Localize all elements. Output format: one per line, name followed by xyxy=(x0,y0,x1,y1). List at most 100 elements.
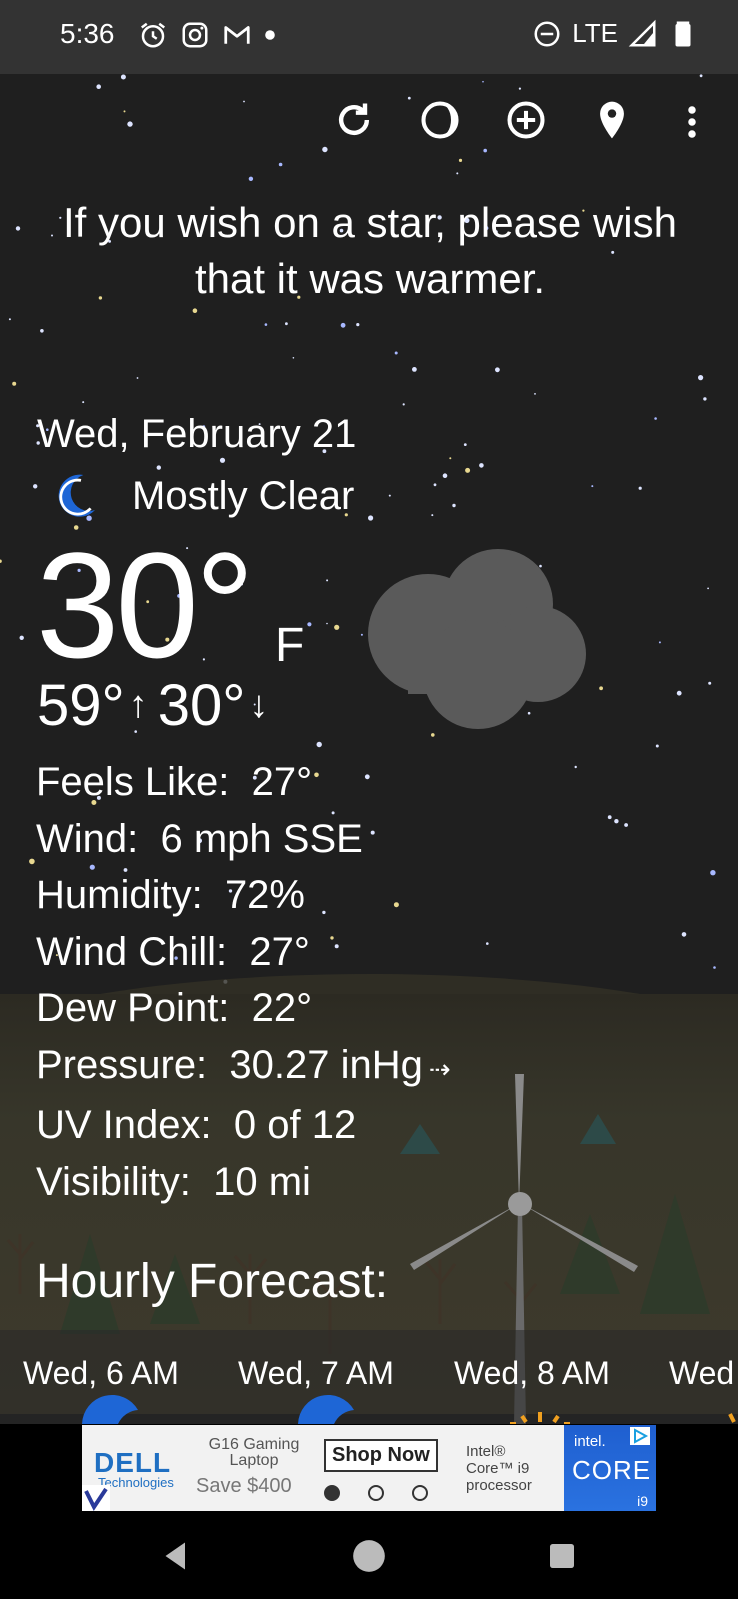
ad-offer: Save $400 xyxy=(196,1475,292,1497)
ad-choices-icon[interactable] xyxy=(630,1427,650,1445)
condition-text: Mostly Clear xyxy=(132,473,355,518)
carousel-dot[interactable] xyxy=(324,1485,340,1501)
star xyxy=(394,351,398,355)
star xyxy=(614,819,619,824)
star xyxy=(599,686,603,691)
location-button[interactable] xyxy=(588,96,636,144)
status-time: 5:36 xyxy=(60,18,115,49)
weather-details: Feels Like: 27° Wind: 6 mph SSE Humidity… xyxy=(36,754,451,1210)
star xyxy=(707,587,709,590)
recents-icon xyxy=(550,1544,574,1568)
hourly-item[interactable]: Wed, 6 AM xyxy=(23,1355,179,1392)
star xyxy=(708,681,712,685)
star xyxy=(15,226,21,231)
star xyxy=(278,162,283,167)
star xyxy=(412,367,417,372)
add-location-button[interactable] xyxy=(502,96,550,144)
star xyxy=(713,966,716,969)
add-location-icon xyxy=(507,101,545,139)
pressure-trend-icon: ⇢ xyxy=(428,1053,451,1084)
star xyxy=(442,473,448,479)
star xyxy=(654,417,657,420)
star xyxy=(676,690,682,696)
star xyxy=(307,622,312,627)
star xyxy=(264,323,268,326)
ad-network-logo xyxy=(82,1485,110,1511)
star xyxy=(322,146,328,153)
carousel-dot[interactable] xyxy=(368,1485,384,1501)
back-button[interactable] xyxy=(152,1532,200,1580)
detail-visibility: Visibility: 10 mi xyxy=(36,1159,311,1204)
star xyxy=(699,74,703,78)
star xyxy=(534,393,536,395)
banner-ad[interactable]: DELL Technologies G16 Gaming Laptop Save… xyxy=(82,1425,656,1511)
status-bar: 5:36 LTE xyxy=(0,0,738,74)
hourly-item[interactable]: Wed, 8 AM xyxy=(454,1355,610,1392)
hourly-forecast-title: Hourly Forecast: xyxy=(36,1255,389,1308)
star xyxy=(248,176,254,181)
star xyxy=(703,397,707,401)
star xyxy=(655,744,659,748)
hourly-sun-icon xyxy=(728,1413,736,1423)
star xyxy=(479,463,484,468)
star xyxy=(624,823,628,827)
high-temperature: 59° xyxy=(37,673,125,738)
home-button[interactable] xyxy=(345,1532,393,1580)
carousel-dot[interactable] xyxy=(412,1485,428,1501)
intel-core-tier: i9 xyxy=(637,1493,648,1509)
recents-button[interactable] xyxy=(538,1532,586,1580)
hourly-item[interactable]: Wed xyxy=(669,1355,734,1392)
star xyxy=(0,559,2,563)
battery-icon xyxy=(675,21,691,46)
star xyxy=(33,484,38,489)
hourly-sunrise-icon xyxy=(510,1412,570,1424)
star xyxy=(219,457,226,463)
network-type: LTE xyxy=(572,18,618,48)
star xyxy=(463,443,467,446)
star xyxy=(96,84,101,89)
star xyxy=(710,870,716,876)
detail-dew-point: Dew Point: 22° xyxy=(36,986,313,1030)
location-pin-icon xyxy=(600,101,624,139)
signal-icon xyxy=(628,19,656,46)
star xyxy=(192,308,198,313)
temperature-unit: F xyxy=(275,619,305,672)
star xyxy=(431,514,434,517)
hourly-item[interactable]: Wed, 7 AM xyxy=(238,1355,394,1392)
low-arrow-icon: ↓ xyxy=(249,684,269,726)
detail-wind-chill: Wind Chill: 27° xyxy=(36,929,310,974)
ad-shop-now-button[interactable]: Shop Now xyxy=(324,1439,438,1472)
star xyxy=(136,377,139,379)
star xyxy=(243,100,245,103)
weather-quote: If you wish on a star, please wish that … xyxy=(63,199,677,302)
high-arrow-icon: ↑ xyxy=(128,684,148,726)
star xyxy=(326,622,328,625)
hourly-moon-icon xyxy=(298,1394,354,1424)
star xyxy=(495,367,500,373)
star xyxy=(465,467,471,473)
star xyxy=(698,375,704,381)
intel-core-label: CORE xyxy=(572,1455,652,1485)
star xyxy=(356,323,360,327)
high-low: 59° ↑ 30° ↓ xyxy=(37,672,278,739)
star xyxy=(388,494,391,497)
star xyxy=(8,318,11,321)
star xyxy=(120,74,126,80)
moon-phase-button[interactable] xyxy=(416,96,464,144)
star xyxy=(334,624,340,630)
more-vert-icon[interactable] xyxy=(680,104,704,140)
moon-phase-icon xyxy=(421,101,459,139)
star xyxy=(456,172,459,175)
navigation-bar xyxy=(0,1514,738,1599)
dot-icon xyxy=(265,30,275,40)
refresh-button[interactable] xyxy=(330,96,378,144)
star xyxy=(638,486,642,490)
detail-pressure: Pressure: 30.27 inHg ⇢ xyxy=(36,1042,451,1087)
current-date: Wed, February 21 xyxy=(37,412,357,456)
moon-icon xyxy=(58,474,95,517)
weather-app: 5:36 LTE If you wish on a star, please w… xyxy=(0,0,738,1599)
star xyxy=(681,932,687,937)
top-toolbar xyxy=(330,96,636,144)
instagram-icon xyxy=(182,22,208,48)
star xyxy=(574,765,577,769)
